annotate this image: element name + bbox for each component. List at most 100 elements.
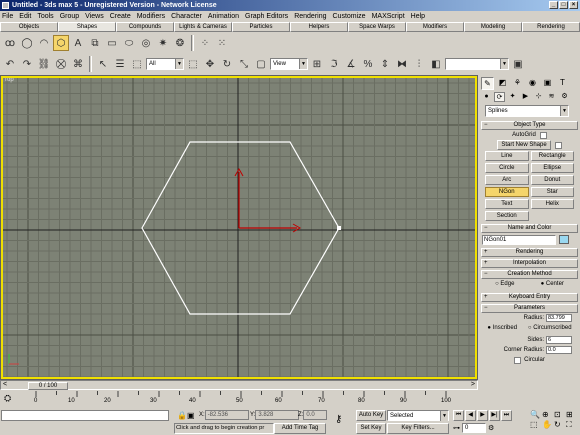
minimize-button[interactable]: _ (549, 1, 558, 9)
mirror-icon[interactable]: ⧓ (394, 56, 410, 72)
tab-helpers[interactable]: Helpers (290, 22, 348, 32)
open-mini-curve-editor-icon[interactable]: ⛭ (4, 393, 11, 404)
auto-key-button[interactable]: Auto Key (356, 410, 386, 421)
menu-character[interactable]: Character (171, 13, 202, 20)
track-bar[interactable]: ⛭ 0 10 20 30 40 50 60 70 80 90 100 (0, 391, 478, 408)
star-shape-icon[interactable]: ✷ (155, 35, 171, 51)
autogrid-checkbox[interactable] (539, 131, 547, 139)
ellipse-shape-icon[interactable]: ⬭ (121, 35, 137, 51)
interpolation-rollout-header[interactable]: + Interpolation (481, 259, 578, 268)
absolute-mode-icon[interactable]: ▣ (187, 411, 195, 420)
creation-method-rollout-header[interactable]: − Creation Method (481, 270, 578, 279)
select-object-icon[interactable]: ↖ (95, 56, 111, 72)
next-frame-icon[interactable]: > (471, 381, 475, 388)
tab-particles[interactable]: Particles (232, 22, 290, 32)
center-radio[interactable]: ● Center (541, 281, 564, 287)
parameters-rollout-header[interactable]: − Parameters (481, 304, 578, 313)
arc-rotate-icon[interactable]: ↻ (554, 420, 565, 430)
go-to-start-icon[interactable]: ⏮ (453, 410, 464, 421)
zoom-all-icon[interactable]: ⊕ (542, 410, 553, 419)
radius-spinner[interactable]: 83.799 (546, 314, 572, 322)
menu-create[interactable]: Create (110, 13, 131, 20)
render-scene-icon[interactable]: ▣ (510, 56, 526, 72)
corner-radius-spinner[interactable]: 0.0 (546, 346, 572, 354)
ngon-button[interactable]: NGon (485, 187, 529, 197)
unlink-icon[interactable]: ⛒ (53, 56, 69, 72)
display-tab-icon[interactable]: ▣ (541, 77, 554, 90)
rectangle-shape-icon[interactable]: ▭ (104, 35, 120, 51)
section-button[interactable]: Section (485, 211, 529, 221)
menu-tools[interactable]: Tools (37, 13, 53, 20)
cameras-icon[interactable]: ▶ (520, 92, 531, 102)
spacewarps-icon[interactable]: ≋ (546, 92, 557, 102)
rotate-icon[interactable]: ↻ (219, 56, 235, 72)
go-to-end-icon[interactable]: ⏭ (501, 410, 512, 421)
previous-frame-icon[interactable]: ◀ (465, 410, 476, 421)
donut-shape-icon[interactable]: ◎ (138, 35, 154, 51)
undo-icon[interactable]: ↶ (2, 56, 18, 72)
star-button[interactable]: Star (530, 187, 574, 197)
tab-objects[interactable]: Objects (0, 22, 58, 32)
geometry-icon[interactable]: ● (481, 92, 492, 102)
viewport-canvas[interactable] (1, 76, 477, 379)
pivot-center-icon[interactable]: ⊞ (309, 56, 325, 72)
menu-group[interactable]: Group (60, 13, 79, 20)
shape-category-dropdown[interactable]: Splines ▼ (485, 105, 569, 117)
selection-region-icon[interactable]: ⬚ (129, 56, 145, 72)
menu-rendering[interactable]: Rendering (294, 13, 326, 20)
menu-graph-editors[interactable]: Graph Editors (245, 13, 288, 20)
circular-checkbox[interactable] (514, 356, 522, 364)
current-frame-field[interactable]: 0 (462, 423, 486, 433)
circle-button[interactable]: Circle (485, 163, 529, 173)
start-new-shape-button[interactable]: Start New Shape (497, 140, 551, 150)
spline-tool-icon[interactable]: ⁘ (197, 35, 213, 51)
time-slider-thumb[interactable]: 0 / 100 (28, 382, 68, 390)
rectangle-button[interactable]: Rectangle (530, 151, 574, 161)
object-name-field[interactable]: NGon01 (482, 234, 556, 245)
lock-icon[interactable]: 🔒 (177, 411, 187, 420)
circumscribed-radio[interactable]: ○ Circumscribed (528, 325, 572, 331)
scale-icon[interactable]: ⤡ (236, 56, 252, 72)
set-key-button[interactable]: Set Key (356, 423, 386, 434)
named-selection-sets-dropdown[interactable]: ▼ (445, 58, 509, 70)
lights-icon[interactable]: ✦ (507, 92, 518, 102)
systems-icon[interactable]: ⚙ (559, 92, 570, 102)
shapes-icon[interactable]: ⟳ (494, 92, 505, 102)
ngon-shape-icon[interactable]: ⬡ (53, 35, 69, 51)
bind-spacewarp-icon[interactable]: ⌘ (70, 56, 86, 72)
section-shape-icon[interactable]: ⧉ (87, 35, 103, 51)
play-icon[interactable]: ▶ (477, 410, 488, 421)
menu-help[interactable]: Help (411, 13, 425, 20)
menu-animation[interactable]: Animation (208, 13, 239, 20)
next-frame-icon[interactable]: ▶| (489, 410, 500, 421)
maximize-viewport-icon[interactable]: ⛶ (566, 420, 577, 430)
add-time-tag-button[interactable]: Add Time Tag (274, 423, 326, 434)
selection-filter-dropdown[interactable]: All ▼ (146, 58, 184, 70)
redo-icon[interactable]: ↷ (19, 56, 35, 72)
zoom-extents-all-icon[interactable]: ⊞ (566, 410, 577, 419)
modify-tab-icon[interactable]: ◩ (496, 77, 509, 90)
time-config-icon[interactable]: ⚙ (488, 424, 494, 432)
time-slider[interactable]: 0 / 100 < > (0, 380, 478, 390)
text-shape-icon[interactable]: A (70, 35, 86, 51)
line-button[interactable]: Line (485, 151, 529, 161)
tab-shapes[interactable]: Shapes (58, 22, 116, 32)
helix-button[interactable]: Helix (530, 199, 574, 209)
sides-spinner[interactable]: 6 (546, 336, 572, 344)
select-and-link-icon[interactable]: ⛓ (36, 56, 52, 72)
hierarchy-tab-icon[interactable]: ⚘ (511, 77, 524, 90)
start-new-shape-checkbox[interactable] (554, 141, 562, 149)
spline-tool-2-icon[interactable]: ⁙ (214, 35, 230, 51)
arc-button[interactable]: Arc (485, 175, 529, 185)
inscribed-radio[interactable]: ● Inscribed (487, 325, 517, 331)
object-type-rollout-header[interactable]: − Object Type (481, 121, 578, 130)
coord-system-dropdown[interactable]: View ▼ (270, 58, 308, 70)
line-shape-icon[interactable]: ꝏ (2, 35, 18, 51)
text-button[interactable]: Text (485, 199, 529, 209)
close-button[interactable]: × (569, 1, 578, 9)
tab-compounds[interactable]: Compounds (116, 22, 174, 32)
menu-modifiers[interactable]: Modifiers (137, 13, 165, 20)
ellipse-button[interactable]: Ellipse (530, 163, 574, 173)
menu-views[interactable]: Views (85, 13, 104, 20)
viewport-label[interactable]: Top (4, 77, 14, 83)
